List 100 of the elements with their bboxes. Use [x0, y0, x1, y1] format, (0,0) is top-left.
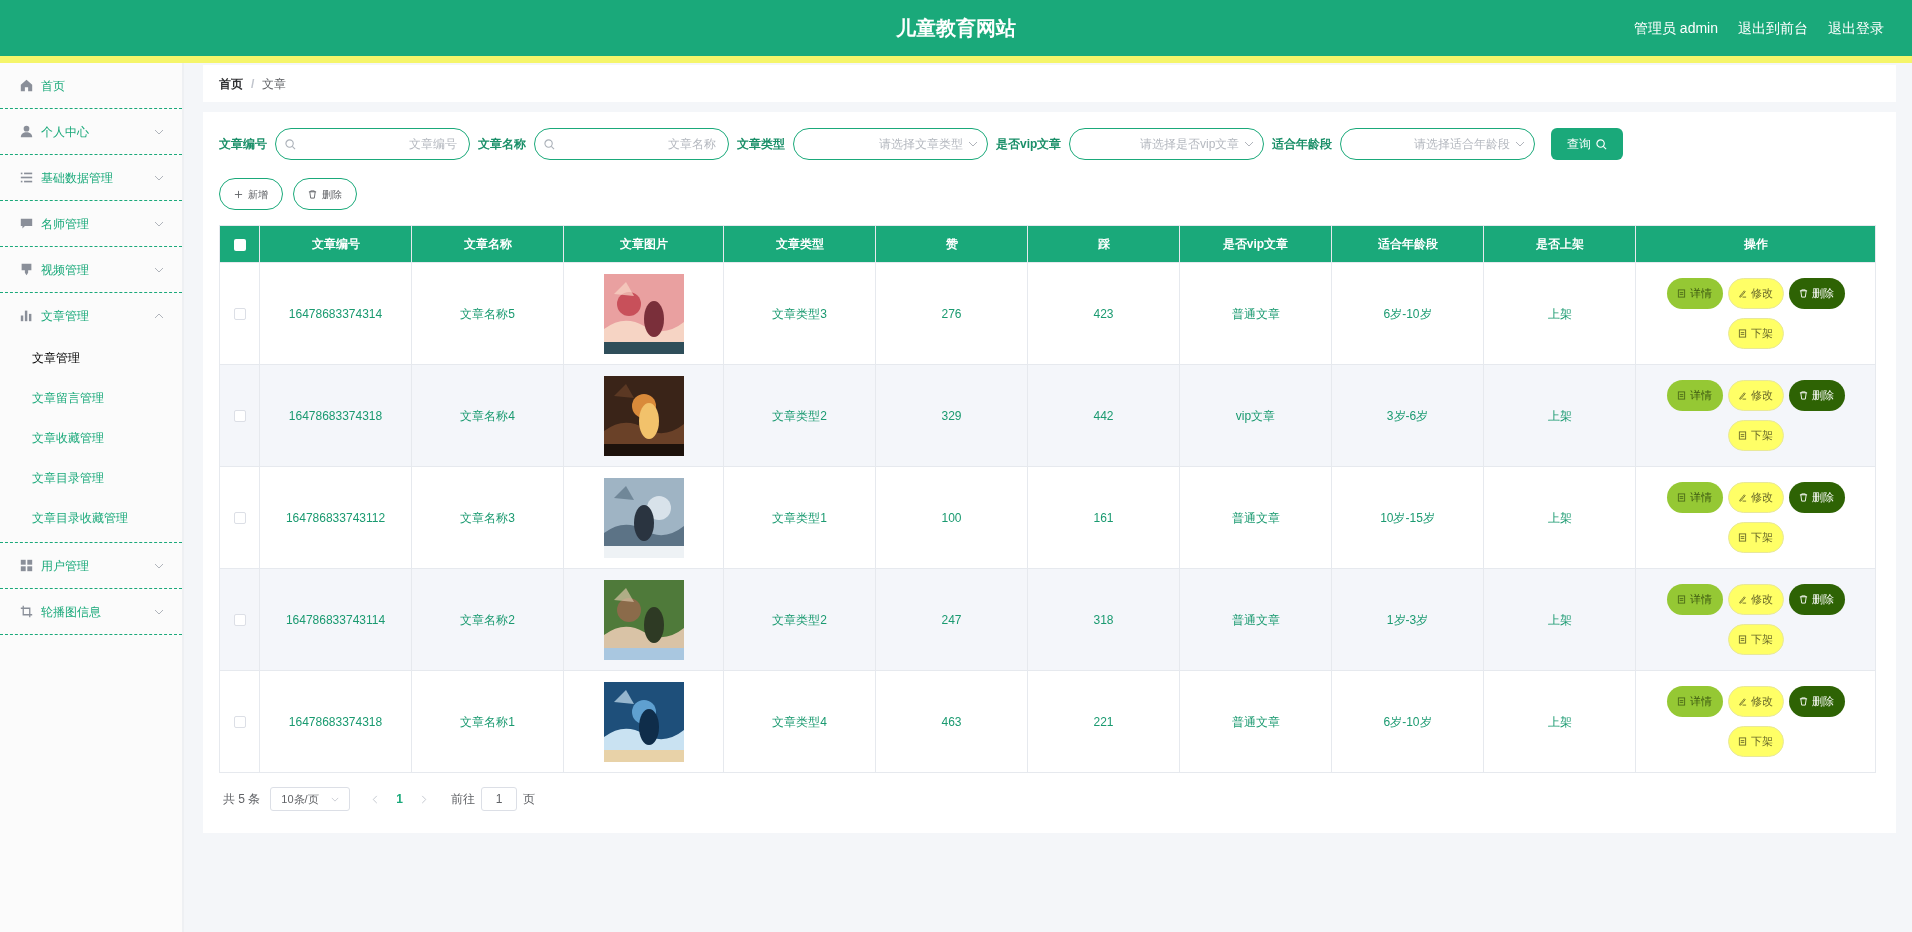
table-cell: 上架	[1547, 408, 1572, 423]
filter-label: 文章编号	[219, 136, 267, 153]
row-checkbox[interactable]	[233, 308, 246, 321]
logout-link[interactable]: 退出登录	[1828, 17, 1884, 39]
table-cell: 161	[1093, 510, 1114, 525]
table-cell: 文章类型4	[772, 714, 827, 729]
delete-button[interactable]: 删除	[1788, 278, 1845, 309]
logout-link[interactable]: 退出到前台	[1738, 17, 1808, 39]
delete-button[interactable]: 删除	[1788, 482, 1845, 513]
table-cell: 文章类型1	[772, 510, 827, 525]
document-icon	[1677, 289, 1686, 298]
table-cell: 164786833743112	[285, 510, 386, 525]
column-header: 操作	[1743, 237, 1768, 251]
table-cell: 普通文章	[1231, 306, 1280, 321]
row-checkbox[interactable]	[233, 410, 246, 423]
edit-button[interactable]: 修改	[1727, 278, 1784, 309]
select-all-checkbox[interactable]	[233, 238, 246, 251]
breadcrumb-link[interactable]: 首页	[219, 74, 243, 93]
edit-button[interactable]: 修改	[1727, 686, 1784, 717]
page-size-select[interactable]: 10条/页	[270, 787, 351, 811]
detail-button[interactable]: 详情	[1666, 584, 1723, 615]
chevron-down-icon	[1515, 141, 1526, 147]
table-cell: 221	[1093, 714, 1114, 729]
column-header: 文章类型	[775, 237, 824, 251]
table-cell: 普通文章	[1231, 612, 1280, 627]
document-icon	[1738, 533, 1747, 542]
page-number[interactable]: 1	[396, 790, 404, 808]
chevron-down-icon	[331, 796, 340, 802]
row-checkbox[interactable]	[233, 512, 246, 525]
input-field[interactable]: 文章编号	[275, 128, 470, 160]
column-header: 是否上架	[1535, 237, 1584, 251]
previous-page-icon	[372, 794, 379, 804]
menu-item[interactable]: 视频管理	[0, 247, 182, 292]
detail-button[interactable]: 详情	[1666, 482, 1723, 513]
filter-label: 文章名称	[478, 136, 526, 153]
select-field[interactable]: 请选择是否vip文章	[1069, 128, 1265, 160]
table-cell: 6岁-10岁	[1383, 306, 1432, 321]
select-field[interactable]: 请选择适合年龄段	[1340, 128, 1536, 160]
unlist-button[interactable]: 下架	[1727, 522, 1784, 553]
detail-button[interactable]: 详情	[1666, 686, 1723, 717]
trash-icon	[1799, 595, 1808, 604]
row-checkbox[interactable]	[233, 614, 246, 627]
goto-suffix: 页	[523, 791, 536, 808]
table-cell: 上架	[1547, 306, 1572, 321]
query-button[interactable]: 查询	[1551, 128, 1624, 160]
detail-button[interactable]: 详情	[1666, 380, 1723, 411]
pencil-icon	[1738, 595, 1747, 604]
filter-label: 适合年龄段	[1272, 136, 1333, 153]
table-cell: 文章名称5	[460, 306, 515, 321]
person-icon	[20, 125, 33, 138]
menu-item[interactable]: 名师管理	[0, 201, 182, 246]
bar-chart-icon	[20, 309, 33, 322]
table-cell: 329	[941, 408, 962, 423]
pencil-icon	[1738, 391, 1747, 400]
admin-link[interactable]: 管理员 admin	[1633, 17, 1718, 39]
column-header: 适合年龄段	[1377, 237, 1438, 251]
submenu-item[interactable]: 文章留言管理	[0, 378, 182, 418]
menu-item[interactable]: 个人中心	[0, 109, 182, 154]
delete-button[interactable]: 删除	[1788, 584, 1845, 615]
menu-item[interactable]: 用户管理	[0, 543, 182, 588]
trash-icon	[1799, 289, 1808, 298]
table-cell: 16478683374318	[288, 408, 383, 423]
table-cell: 文章名称2	[460, 612, 515, 627]
row-checkbox[interactable]	[233, 716, 246, 729]
table-cell: 276	[941, 306, 962, 321]
submenu-item[interactable]: 文章管理	[0, 338, 182, 378]
edit-button[interactable]: 修改	[1727, 482, 1784, 513]
document-icon	[1677, 697, 1686, 706]
menu-item[interactable]: 轮播图信息	[0, 589, 182, 634]
menu-item[interactable]: 首页	[0, 63, 182, 108]
edit-button[interactable]: 修改	[1727, 380, 1784, 411]
table-cell: 6岁-10岁	[1383, 714, 1432, 729]
unlist-button[interactable]: 下架	[1727, 420, 1784, 451]
delete-button[interactable]: 删除	[1788, 380, 1845, 411]
select-field[interactable]: 请选择文章类型	[793, 128, 988, 160]
column-header: 踩	[1097, 237, 1110, 251]
table-cell: 文章名称4	[460, 408, 515, 423]
search-icon	[1596, 138, 1608, 150]
unlist-button[interactable]: 下架	[1727, 624, 1784, 655]
edit-button[interactable]: 修改	[1727, 584, 1784, 615]
table-cell: 463	[941, 714, 962, 729]
table-cell: 423	[1093, 306, 1114, 321]
table-cell: 318	[1093, 612, 1114, 627]
delete-button[interactable]: 删除	[1788, 686, 1845, 717]
page-input[interactable]: 1	[481, 787, 518, 811]
unlist-button[interactable]: 下架	[1727, 726, 1784, 757]
document-icon	[1677, 391, 1686, 400]
table-cell: 16478683374314	[288, 306, 383, 321]
add-button[interactable]: 新增	[219, 178, 283, 210]
submenu-item[interactable]: 文章收藏管理	[0, 418, 182, 458]
menu-item[interactable]: 基础数据管理	[0, 155, 182, 200]
submenu-item[interactable]: 文章目录收藏管理	[0, 498, 182, 538]
pencil-icon	[1738, 697, 1747, 706]
chevron-down-icon	[1244, 141, 1255, 147]
input-field[interactable]: 文章名称	[534, 128, 729, 160]
delete-button[interactable]: 删除	[293, 178, 357, 210]
menu-item[interactable]: 文章管理	[0, 293, 182, 338]
unlist-button[interactable]: 下架	[1727, 318, 1784, 349]
submenu-item[interactable]: 文章目录管理	[0, 458, 182, 498]
detail-button[interactable]: 详情	[1666, 278, 1723, 309]
